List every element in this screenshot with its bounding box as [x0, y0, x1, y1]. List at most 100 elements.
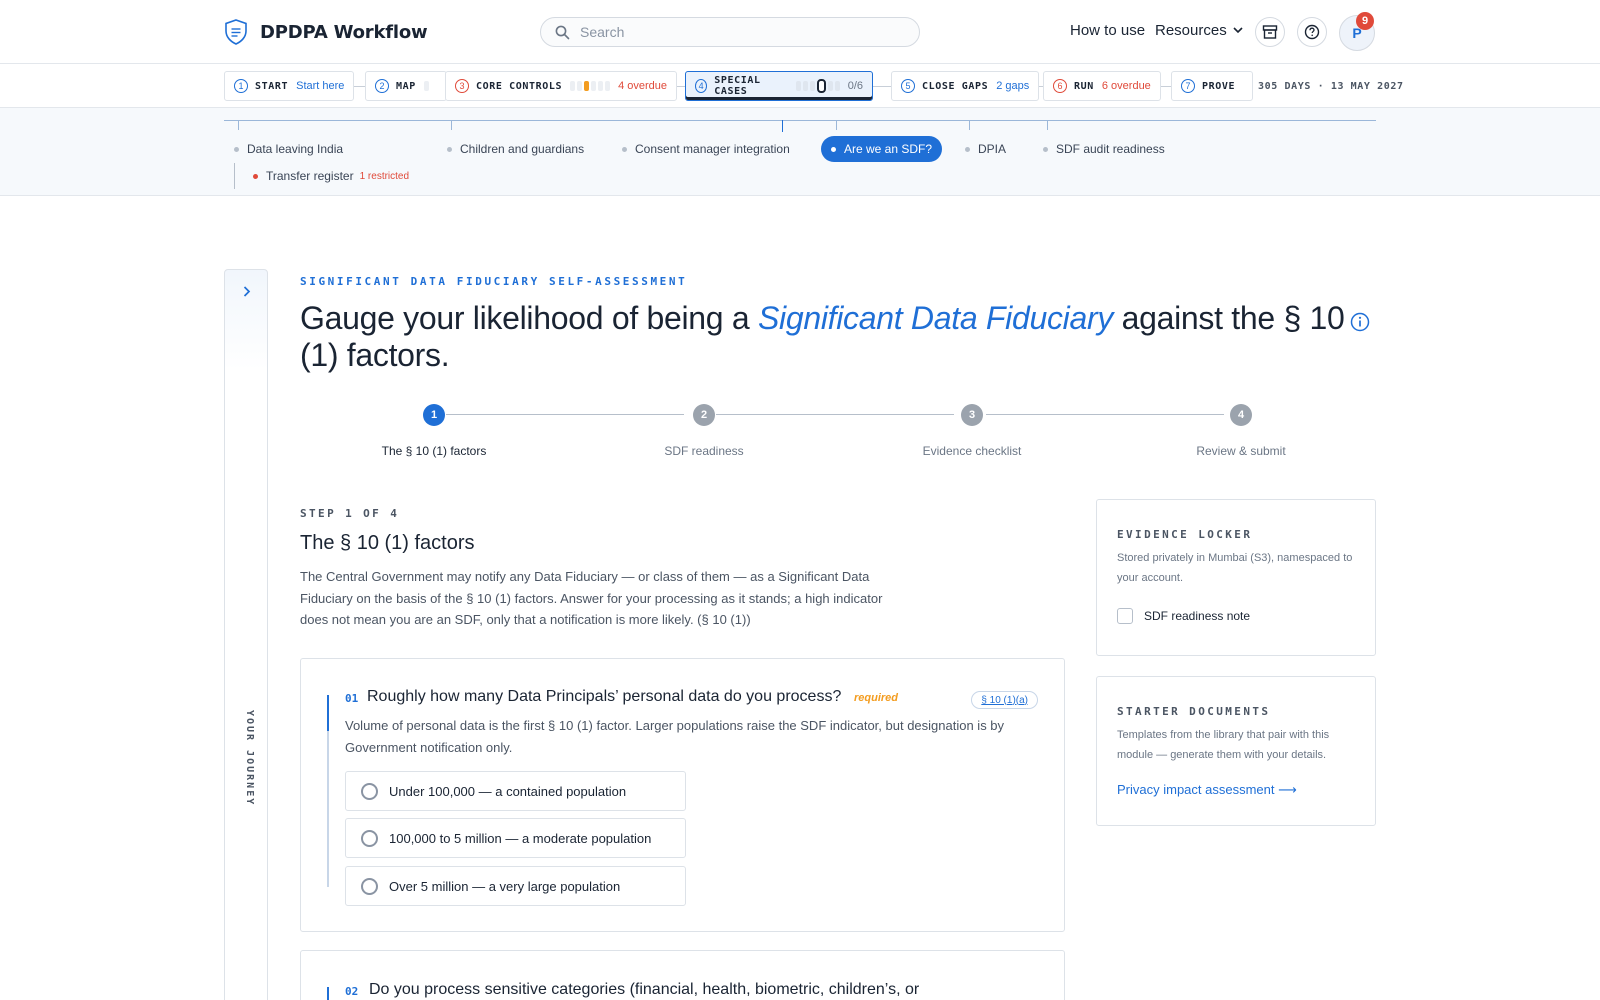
stage-label: PROVE: [1202, 80, 1236, 92]
stage-number: 1: [234, 79, 248, 93]
step-4-marker[interactable]: 4: [1230, 404, 1252, 426]
step-2-label[interactable]: SDF readiness: [604, 444, 804, 458]
option-label: Over 5 million — a very large population: [389, 878, 621, 894]
app-name: DPDPA Workflow: [260, 21, 428, 43]
question-progress-bar: [327, 987, 329, 1000]
expand-journey-button[interactable]: [238, 282, 256, 300]
option-100k-to-5m[interactable]: 100,000 to 5 million — a moderate popula…: [345, 818, 686, 858]
stage-map[interactable]: 2 MAP: [365, 71, 447, 101]
card-description: Templates from the library that pair wit…: [1117, 729, 1330, 761]
option-over-5m[interactable]: Over 5 million — a very large population: [345, 866, 686, 906]
option-label: 100,000 to 5 million — a moderate popula…: [389, 830, 652, 846]
subnav-child-label: Transfer register: [266, 169, 354, 183]
subnav-item-consent-manager[interactable]: Consent manager integration: [612, 136, 800, 162]
subnav-item-label: Children and guardians: [460, 142, 585, 156]
search-box[interactable]: [540, 17, 920, 47]
radio-button[interactable]: [361, 877, 378, 895]
step-1-label[interactable]: The § 10 (1) factors: [334, 444, 534, 458]
restricted-dot: [253, 173, 258, 179]
subnav-item-dpia[interactable]: DPIA: [955, 136, 1016, 162]
archive-icon: [1262, 25, 1278, 39]
question-number: 01: [345, 692, 359, 705]
question-description: Volume of personal data is the first § 1…: [345, 718, 1005, 755]
question-progress-bar: [327, 695, 329, 887]
progress-pips: [795, 79, 842, 93]
card-title: EVIDENCE LOCKER: [1117, 528, 1253, 541]
question-number: 02: [345, 985, 359, 998]
stage-number: 6: [1053, 79, 1067, 93]
resources-menu[interactable]: Resources: [1155, 22, 1243, 39]
module-subnav: Data leaving India Children and guardian…: [0, 108, 1600, 196]
shield-logo-icon: [225, 19, 247, 45]
stage-status: Start here: [296, 80, 345, 92]
step-title: The § 10 (1) factors: [300, 532, 475, 554]
stage-start[interactable]: 1 START Start here: [224, 71, 355, 101]
stage-special-cases[interactable]: 4 SPECIAL CASES 0/6: [685, 71, 873, 101]
privacy-impact-assessment-link[interactable]: Privacy impact assessment ⟶: [1117, 782, 1297, 798]
page-eyebrow: SIGNIFICANT DATA FIDUCIARY SELF-ASSESSME…: [300, 275, 688, 288]
stage-label: SPECIAL CASES: [714, 75, 761, 97]
search-icon: [555, 25, 570, 39]
step-3-label[interactable]: Evidence checklist: [872, 444, 1072, 458]
stage-run[interactable]: 6 RUN 6 overdue: [1043, 71, 1161, 101]
starter-documents-card: STARTER DOCUMENTS Templates from the lib…: [1096, 676, 1376, 826]
journey-rail: YOUR JOURNEY: [224, 269, 268, 1000]
question-title: Roughly how many Data Principals’ person…: [367, 688, 842, 705]
stage-status: 2 gaps: [996, 80, 1030, 92]
progress-pips: [423, 81, 431, 91]
help-icon: [1304, 24, 1320, 40]
card-title: STARTER DOCUMENTS: [1117, 705, 1271, 718]
subnav-item-label: Data leaving India: [247, 142, 344, 156]
stage-label: CLOSE GAPS: [922, 80, 989, 92]
step-1-marker[interactable]: 1: [423, 404, 445, 426]
subnav-item-data-leaving-india[interactable]: Data leaving India: [224, 136, 353, 162]
question-card: 02 Do you process sensitive categories (…: [300, 950, 1065, 1000]
stage-close-gaps[interactable]: 5 CLOSE GAPS 2 gaps: [891, 71, 1040, 101]
restricted-count: 1 restricted: [359, 170, 410, 182]
subnav-item-label: Are we an SDF?: [844, 142, 933, 156]
radio-button[interactable]: [361, 829, 378, 847]
subnav-rail: [224, 120, 1376, 121]
info-icon[interactable]: [1350, 312, 1370, 332]
help-button[interactable]: [1297, 17, 1327, 47]
step-3-marker[interactable]: 3: [961, 404, 983, 426]
stage-status: 6 overdue: [1101, 80, 1151, 92]
step-description: The Central Government may notify any Da…: [300, 569, 883, 627]
option-under-100k[interactable]: Under 100,000 — a contained population: [345, 771, 686, 811]
brand[interactable]: DPDPA Workflow: [224, 19, 428, 45]
required-tag: required: [854, 692, 899, 704]
search-input[interactable]: [580, 24, 880, 40]
stage-core-controls[interactable]: 3 CORE CONTROLS 4 overdue: [445, 71, 678, 101]
notification-badge: 9: [1356, 12, 1374, 30]
archive-button[interactable]: [1255, 17, 1285, 47]
chevron-down-icon: [1233, 27, 1243, 34]
checkbox[interactable]: [1117, 608, 1133, 624]
progress-pips: [570, 81, 612, 91]
step-2-marker[interactable]: 2: [693, 404, 715, 426]
stage-prove[interactable]: 7 PROVE: [1171, 71, 1254, 101]
subnav-child-transfer-register[interactable]: Transfer register 1 restricted: [234, 163, 409, 189]
subnav-item-label: Consent manager integration: [635, 142, 790, 156]
stage-label: MAP: [396, 80, 416, 92]
stage-number: 7: [1181, 79, 1195, 93]
card-description: Stored privately in Mumbai (S3), namespa…: [1117, 552, 1353, 584]
deadline-countdown: 305 DAYS · 13 MAY 2027: [1258, 81, 1404, 92]
how-to-use-link[interactable]: How to use: [1070, 22, 1145, 39]
subnav-item-children[interactable]: Children and guardians: [437, 136, 594, 162]
radio-button[interactable]: [361, 782, 378, 800]
subnav-item-label: DPIA: [978, 142, 1007, 156]
stage-label: START: [255, 80, 289, 92]
section-reference-link[interactable]: § 10 (1)(a): [971, 691, 1038, 709]
question-card: 01 Roughly how many Data Principals’ per…: [300, 658, 1065, 932]
subnav-item-sdf-audit[interactable]: SDF audit readiness: [1033, 136, 1175, 162]
resources-label: Resources: [1155, 22, 1227, 39]
evidence-item[interactable]: SDF readiness note: [1117, 608, 1250, 624]
stage-number: 4: [695, 79, 708, 93]
subnav-item-are-we-sdf[interactable]: Are we an SDF?: [821, 136, 943, 162]
step-4-label[interactable]: Review & submit: [1141, 444, 1341, 458]
stage-number: 2: [375, 79, 389, 93]
stage-label: CORE CONTROLS: [476, 80, 563, 92]
subnav-item-label: SDF audit readiness: [1056, 142, 1165, 156]
stage-status: 0/6: [847, 80, 863, 92]
top-header: DPDPA Workflow How to use Resources P 9: [0, 0, 1600, 64]
